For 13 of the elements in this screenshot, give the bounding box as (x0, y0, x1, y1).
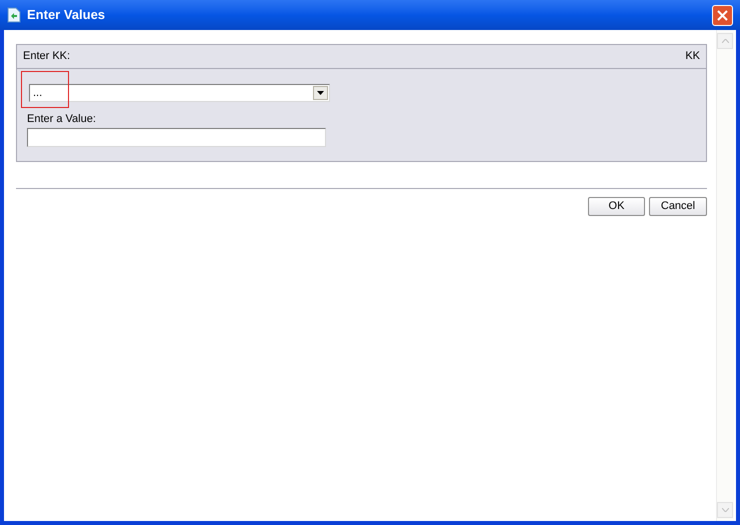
cancel-button[interactable]: Cancel (649, 196, 707, 216)
close-icon (717, 10, 728, 20)
close-button[interactable] (712, 4, 733, 26)
panel-label: KK (685, 49, 700, 64)
panel-label: Enter KK: (23, 49, 70, 64)
scroll-up-icon[interactable] (717, 33, 733, 49)
input-field[interactable] (27, 128, 326, 146)
field-label: Enter a Value: (27, 112, 97, 127)
window-title: Enter Values (27, 6, 106, 24)
window-icon (7, 7, 21, 23)
dropdown[interactable]: ... (29, 84, 330, 102)
scroll-down-icon[interactable] (717, 502, 733, 518)
ok-button[interactable]: OK (588, 196, 645, 216)
